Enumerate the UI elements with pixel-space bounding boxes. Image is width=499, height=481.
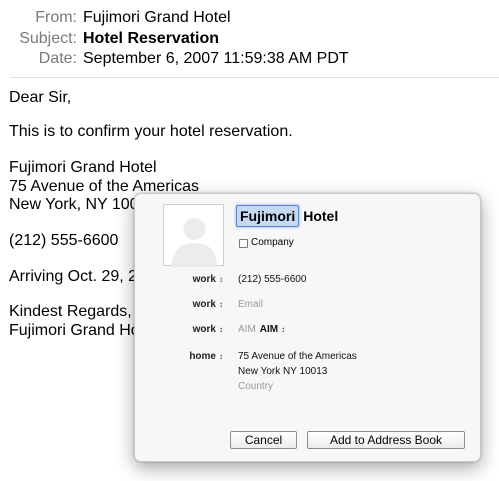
email-label-popup[interactable]: work ↕ [193,299,223,311]
person-silhouette-icon [172,218,217,267]
aim-type-popup[interactable]: AIM ↕ [260,324,285,335]
from-value[interactable]: Fujimori Grand Hotel [83,8,231,28]
contact-name: Fujimori Hotel [236,205,338,227]
updown-arrows-icon: ↕ [219,275,223,284]
from-label: From: [35,9,77,26]
contact-card-popup: Fujimori Hotel Company work ↕ (212) 555-66… [134,193,481,462]
aim-field[interactable]: AIM [238,324,256,335]
phone-label: work [192,274,216,285]
contact-photo[interactable] [163,204,224,267]
phone-label-popup[interactable]: work ↕ [193,274,223,286]
address-label-popup[interactable]: home ↕ [189,351,223,363]
email-field[interactable]: Email [238,299,263,311]
body-phone: (212) 555-6600 [9,232,119,249]
first-name-field[interactable]: Fujimori [236,205,300,227]
add-to-address-book-button[interactable]: Add to Address Book [307,431,465,449]
company-checkbox[interactable] [239,238,248,248]
updown-arrows-icon: ↕ [219,352,223,361]
email-label: work [192,299,216,310]
address-city-field[interactable]: New York NY 10013 [238,366,327,378]
body-greeting: Dear Sir, [9,89,72,106]
company-label: Company [251,237,294,248]
address-country-field[interactable]: Country [238,381,273,393]
cancel-button[interactable]: Cancel [230,431,297,449]
header-divider [10,77,499,78]
phone-field[interactable]: (212) 555-6600 [238,274,306,286]
last-name-field[interactable]: Hotel [303,208,338,224]
company-row[interactable]: Company [239,237,294,249]
date-label: Date: [38,50,77,67]
body-signature: Fujimori Grand Ho [9,322,140,339]
updown-arrows-icon: ↕ [219,300,223,309]
aim-type-label: AIM [259,324,279,335]
aim-label-popup[interactable]: work ↕ [193,324,223,336]
subject-value: Hotel Reservation [83,30,220,47]
updown-arrows-icon: ↕ [219,325,223,334]
body-closing: Kindest Regards, [9,303,132,320]
subject-label: Subject: [19,30,77,47]
body-arrival: Arriving Oct. 29, 2 [9,268,138,285]
body-address-line2: New York, NY 100 [9,196,139,213]
date-value: September 6, 2007 11:59:38 AM PDT [83,50,349,67]
body-hotel-name: Fujimori Grand Hotel [9,159,157,176]
aim-label: work [192,324,216,335]
address-street-field[interactable]: 75 Avenue of the Americas [238,351,357,363]
body-confirmation: This is to confirm your hotel reservatio… [9,123,293,140]
aim-row: AIM AIM ↕ [238,324,285,336]
address-label: home [189,351,216,362]
updown-arrows-icon: ↕ [281,325,286,334]
